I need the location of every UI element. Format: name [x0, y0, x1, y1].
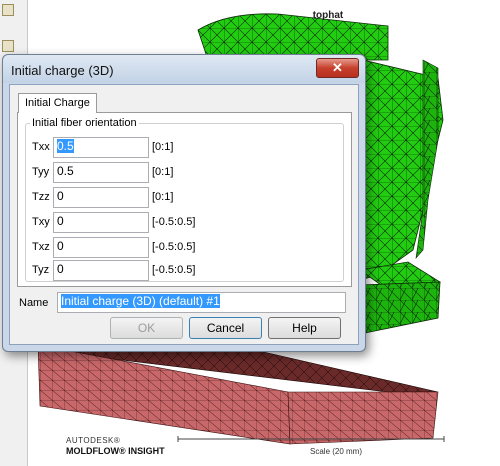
close-icon: ✕	[332, 60, 343, 75]
txx-input[interactable]: 0.5	[53, 137, 149, 158]
field-range: [-0.5:0.5]	[152, 241, 196, 253]
tab-panel: Initial fiber orientation Txx 0.5 [0:1] …	[17, 112, 352, 287]
dialog-title: Initial charge (3D)	[11, 63, 114, 78]
field-range: [0:1]	[152, 141, 174, 153]
initial-charge-dialog: Initial charge (3D) ✕ Initial Charge Ini…	[2, 54, 366, 352]
green-flange-front	[359, 281, 441, 335]
cancel-button[interactable]: Cancel	[189, 317, 262, 339]
field-row-txy: Txy 0 [-0.5:0.5]	[26, 212, 343, 233]
field-label: Tyz	[32, 264, 50, 276]
txx-value: 0.5	[57, 139, 74, 153]
scale-label: Scale (20 mm)	[310, 447, 363, 456]
txz-input[interactable]: 0	[53, 237, 149, 258]
txy-input[interactable]: 0	[53, 212, 149, 233]
tyz-input[interactable]: 0	[53, 260, 149, 281]
field-row-txz: Txz 0 [-0.5:0.5]	[26, 237, 343, 258]
panel-item-icon[interactable]	[2, 40, 14, 52]
field-range: [0:1]	[152, 166, 174, 178]
field-label: Txz	[32, 241, 50, 253]
field-row-tyz: Tyz 0 [-0.5:0.5]	[26, 260, 343, 281]
group-label: Initial fiber orientation	[30, 117, 139, 129]
name-value: Initial charge (3D) (default) #1	[61, 294, 220, 308]
field-range: [-0.5:0.5]	[152, 216, 196, 228]
field-range: [0:1]	[152, 191, 174, 203]
field-label: Txy	[32, 216, 50, 228]
panel-toggle-icon[interactable]	[2, 4, 14, 16]
brand-logo: AUTODESK® MOLDFLOW® INSIGHT	[66, 436, 165, 456]
field-row-tzz: Tzz 0 [0:1]	[26, 187, 343, 208]
brand-line-2: MOLDFLOW® INSIGHT	[66, 446, 165, 456]
dialog-client-area: Initial Charge Initial fiber orientation…	[9, 84, 359, 345]
brand-line-1: AUTODESK®	[66, 436, 121, 445]
ok-button[interactable]: OK	[110, 317, 183, 339]
field-label: Tyy	[32, 166, 50, 178]
fiber-orientation-group: Initial fiber orientation Txx 0.5 [0:1] …	[25, 117, 344, 282]
tab-initial-charge[interactable]: Initial Charge	[18, 93, 97, 113]
red-block-side	[287, 391, 439, 445]
help-button[interactable]: Help	[268, 317, 341, 339]
field-label: Tzz	[32, 191, 50, 203]
tyy-input[interactable]: 0.5	[53, 162, 149, 183]
field-range: [-0.5:0.5]	[152, 264, 196, 276]
model-title: tophat	[312, 10, 344, 21]
field-row-txx: Txx 0.5 [0:1]	[26, 137, 343, 158]
close-button[interactable]: ✕	[316, 58, 359, 78]
tzz-input[interactable]: 0	[53, 187, 149, 208]
name-input[interactable]: Initial charge (3D) (default) #1	[57, 292, 346, 313]
field-label: Txx	[32, 141, 50, 153]
field-row-tyy: Tyy 0.5 [0:1]	[26, 162, 343, 183]
dialog-titlebar[interactable]: Initial charge (3D) ✕	[3, 55, 365, 83]
name-label: Name	[19, 297, 49, 309]
